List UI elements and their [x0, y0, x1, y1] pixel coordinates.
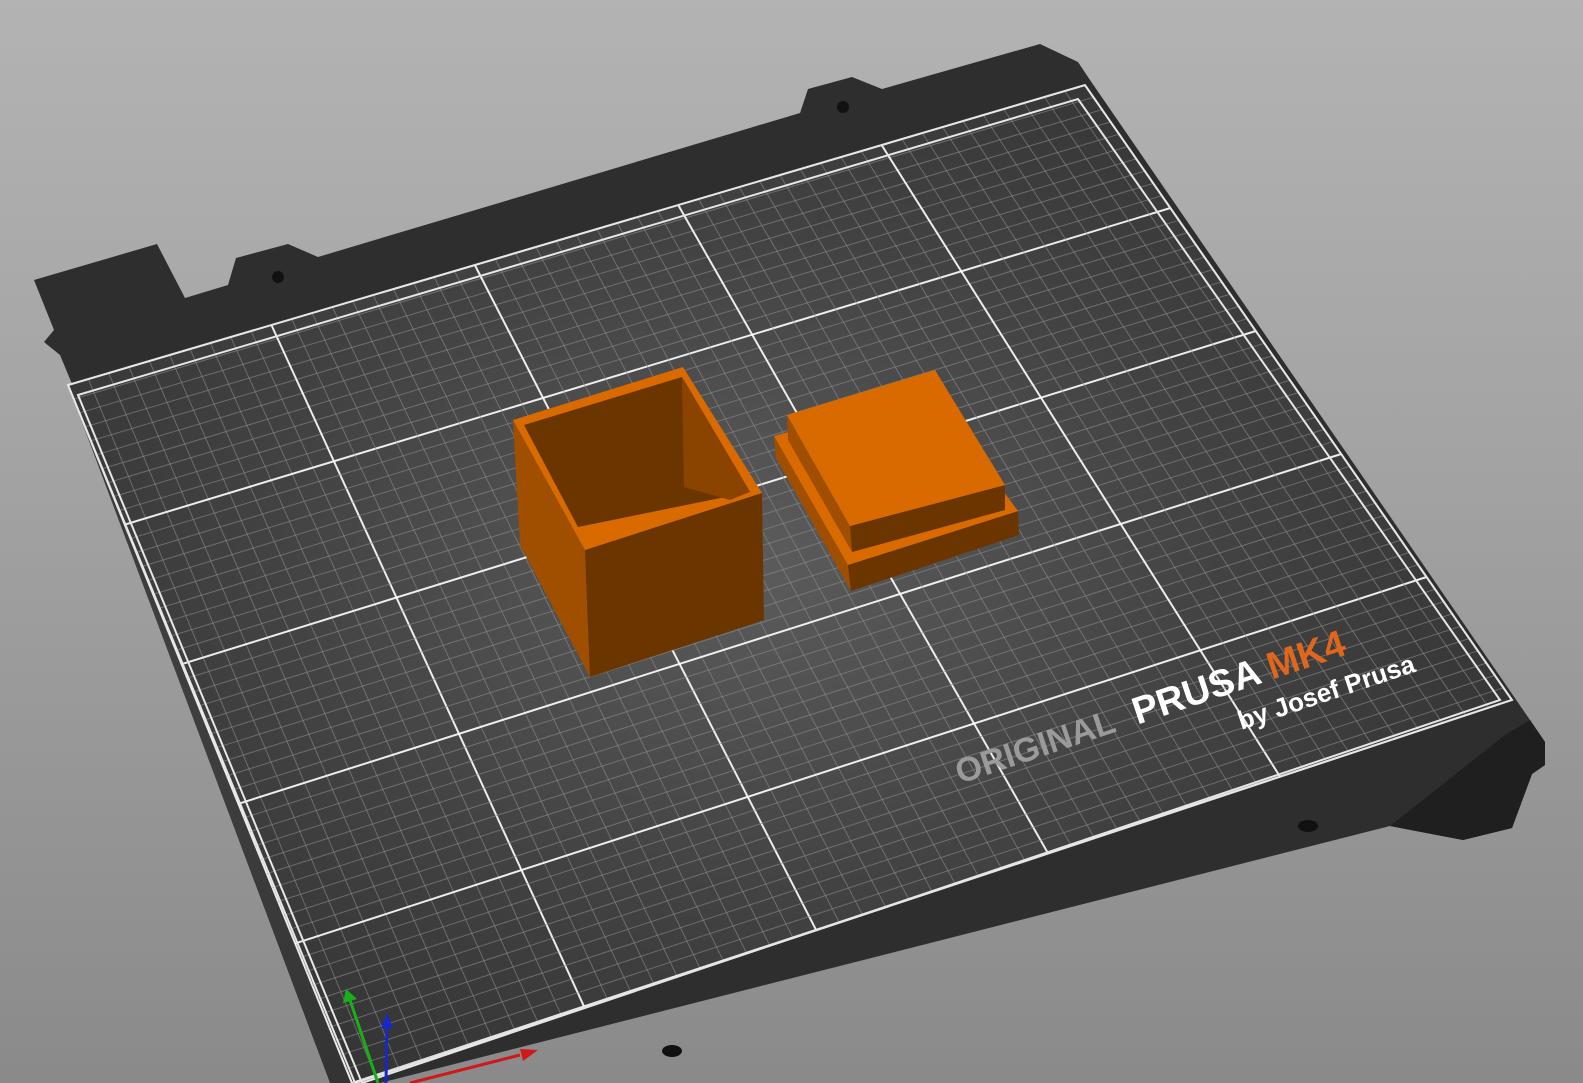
print-bed: [34, 44, 1545, 1083]
scene-canvas[interactable]: ORIGINAL PRUSA MK4 by Josef Prusa: [0, 0, 1583, 1083]
bed-hole-top: [837, 101, 849, 113]
axis-x-arrow-icon: [520, 1049, 538, 1061]
bed-hole-right: [1298, 820, 1318, 832]
bed-hole-left: [272, 271, 284, 283]
3d-viewport[interactable]: ORIGINAL PRUSA MK4 by Josef Prusa: [0, 0, 1583, 1083]
bed-hole-bottom: [662, 1045, 682, 1057]
axis-z: [384, 1025, 389, 1083]
print-surface: [68, 85, 1512, 1083]
